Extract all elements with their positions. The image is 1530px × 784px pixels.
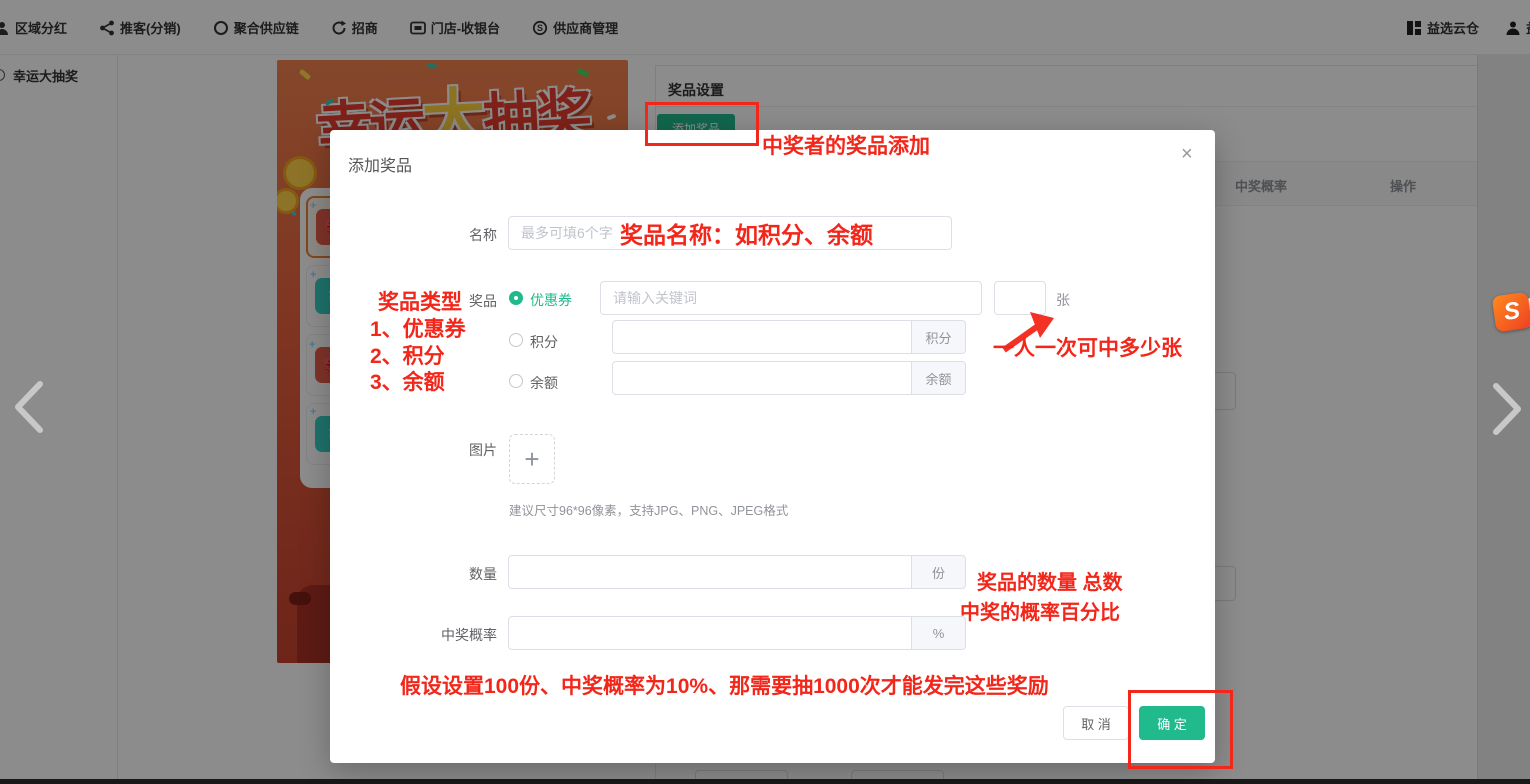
- quantity-suffix: 份: [912, 555, 966, 589]
- modal-title: 添加奖品: [348, 152, 412, 176]
- coupon-keyword-input[interactable]: 请输入关键词: [600, 281, 982, 315]
- screenshot-tool-logo[interactable]: S: [1494, 292, 1530, 332]
- points-radio-label[interactable]: 积分: [530, 332, 558, 352]
- annotation-box-confirm: [1128, 690, 1233, 769]
- balance-radio[interactable]: [509, 374, 523, 388]
- annotation-box-add-prize: [645, 102, 759, 146]
- annotation-bottom: 假设设置100份、中奖概率为10%、那需要抽1000次才能发完这些奖励: [400, 670, 1049, 700]
- annotation-qty-1: 奖品的数量 总数: [977, 566, 1123, 595]
- next-image-button[interactable]: [1488, 380, 1526, 438]
- app-root: 区域分红 推客(分销) 聚合供应链 招商 门店-收银台: [0, 0, 1530, 784]
- annotation-type-1: 1、优惠券: [370, 313, 466, 343]
- probability-input[interactable]: [508, 616, 912, 650]
- quantity-label: 数量: [337, 564, 497, 584]
- prev-image-button[interactable]: [10, 378, 48, 436]
- annotation-type-3: 3、余额: [370, 366, 445, 396]
- annotation-type-title: 奖品类型: [378, 286, 462, 316]
- image-label: 图片: [337, 440, 497, 460]
- coupon-radio-label[interactable]: 优惠券: [530, 290, 572, 310]
- image-hint: 建议尺寸96*96像素，支持JPG、PNG、JPEG格式: [509, 500, 788, 519]
- plus-icon: +: [524, 444, 539, 475]
- name-label: 名称: [337, 225, 497, 245]
- balance-suffix: 余额: [912, 361, 966, 395]
- coupon-unit-label: 张: [1056, 290, 1070, 310]
- balance-radio-label[interactable]: 余额: [530, 373, 558, 393]
- image-upload-box[interactable]: +: [509, 434, 555, 484]
- close-icon[interactable]: ×: [1181, 144, 1193, 164]
- annotation-per-draw: 一人一次可中多少张: [993, 332, 1182, 362]
- annotation-qty-2: 中奖的概率百分比: [960, 596, 1120, 625]
- coupon-placeholder: 请输入关键词: [613, 288, 697, 308]
- points-radio[interactable]: [509, 333, 523, 347]
- probability-suffix: %: [912, 616, 966, 650]
- annotation-add-prize: 中奖者的奖品添加: [762, 130, 930, 160]
- s-letter: S: [1502, 297, 1522, 327]
- quantity-input[interactable]: [508, 555, 912, 589]
- cancel-button[interactable]: 取 消: [1063, 706, 1129, 740]
- annotation-name-hint: 奖品名称：如积分、余额: [620, 216, 873, 250]
- probability-label: 中奖概率: [337, 625, 497, 645]
- points-suffix: 积分: [912, 320, 966, 354]
- name-placeholder: 最多可填6个字: [521, 223, 613, 243]
- coupon-radio[interactable]: [509, 291, 523, 305]
- balance-input[interactable]: [612, 361, 912, 395]
- points-input[interactable]: [612, 320, 912, 354]
